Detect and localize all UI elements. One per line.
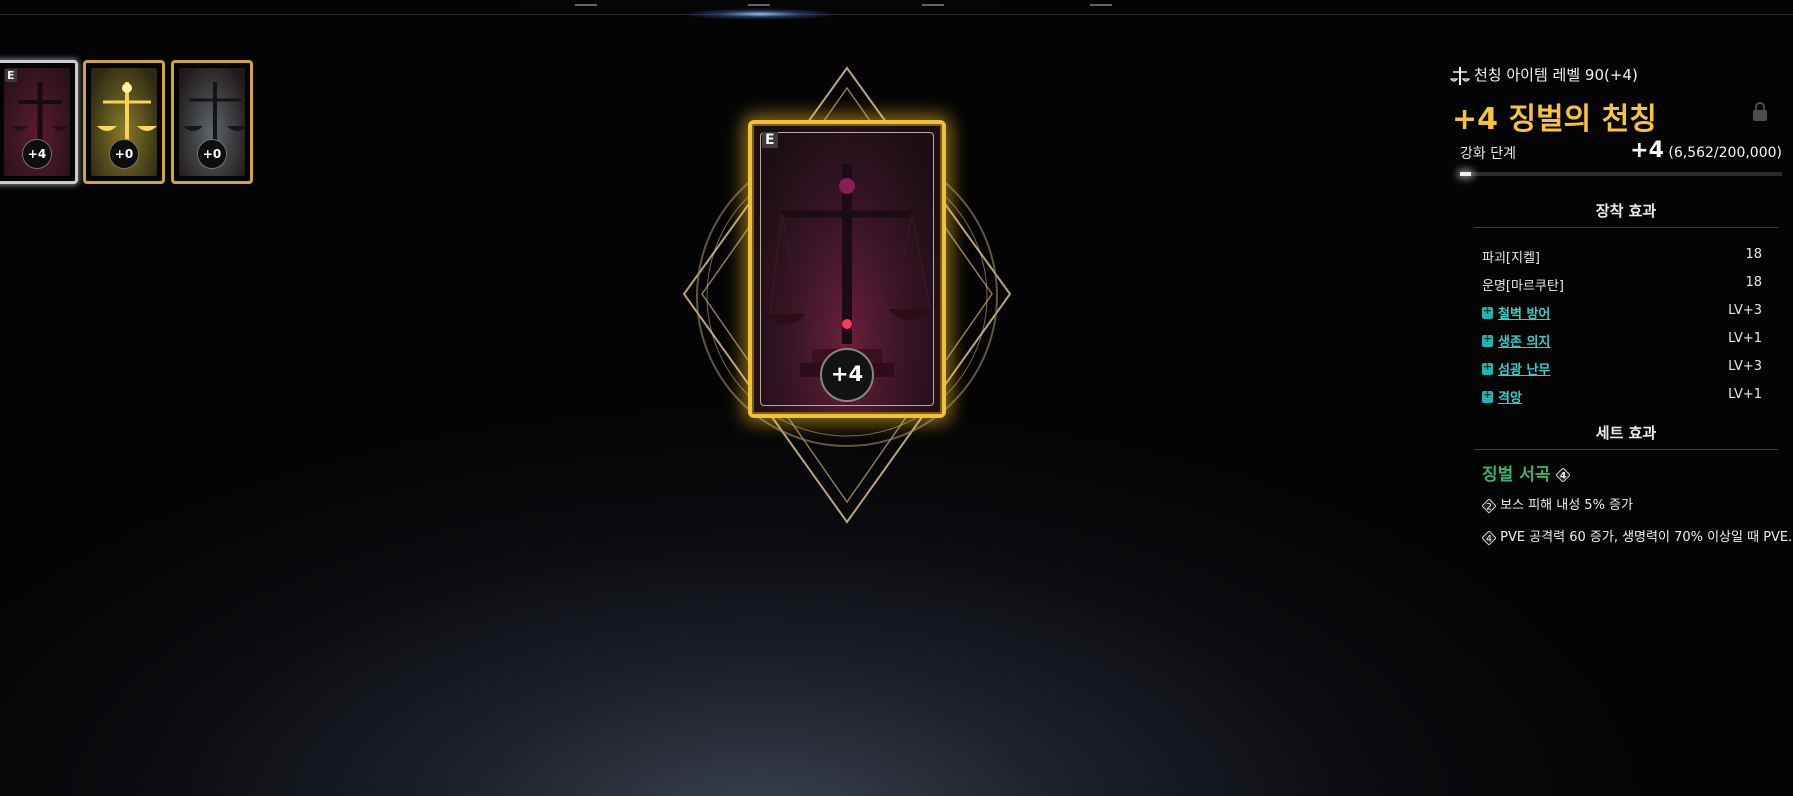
upgrade-progress: (6,562/200,000) [1668,145,1782,161]
section-divider [1474,227,1778,228]
equip-effects-title: 장착 효과 [1595,202,1657,220]
set-bonus-text: PVE 공격력 60 증가, 생명력이 70% 이상일 때 PVE... [1500,530,1793,545]
selected-card[interactable]: E +4 [748,120,946,418]
item-name: +4 징벌의 천칭 [1452,102,1657,137]
card-enhance-level: +0 [197,139,227,169]
top-nav-tab[interactable] [922,0,944,6]
engraving-row[interactable]: 생존 의지 LV+1 [1482,331,1762,351]
engraving-level: LV+3 [1728,303,1762,318]
upgrade-level: +4 [1630,138,1664,163]
stat-value: 18 [1745,247,1762,262]
engraving-name[interactable]: 섬광 난무 [1498,359,1550,378]
engraving-name[interactable]: 격앙 [1498,387,1522,406]
card-enhance-level: +4 [820,348,874,402]
top-nav-active-indicator [680,8,840,20]
engraving-level: LV+1 [1728,331,1762,346]
top-nav-tab[interactable] [748,0,770,6]
card-slot[interactable]: E +4 [0,60,78,184]
set-name: 징벌 서곡 [1482,465,1551,485]
set-bonus-text: 보스 피해 내성 5% 증가 [1500,498,1633,513]
card-slot[interactable]: +0 [83,60,165,184]
set-bonus-count: 4 [1486,534,1492,544]
engraving-name[interactable]: 철벽 방어 [1498,303,1550,322]
card-enhance-level: +4 [22,139,52,169]
upgrade-stage-value: +4 (6,562/200,000) [1630,138,1782,163]
engraving-row[interactable]: 철벽 방어 LV+3 [1482,303,1762,323]
stat-row: 운명[마르쿠탄] 18 [1482,275,1762,294]
upgrade-stage-label: 강화 단계 [1460,146,1516,162]
engraving-level: LV+1 [1728,387,1762,402]
engraving-icon [1482,304,1493,319]
scales-icon [1450,66,1470,85]
diamond-count-icon: 2 [1482,498,1496,513]
stat-row: 파괴[지켈] 18 [1482,247,1762,266]
engraving-icon [1482,388,1493,403]
upgrade-progress-bar [1460,172,1782,176]
engraving-row[interactable]: 섬광 난무 LV+3 [1482,359,1762,379]
engraving-name[interactable]: 생존 의지 [1498,331,1550,350]
set-count: 4 [1560,472,1566,482]
lock-icon[interactable] [1752,102,1768,122]
top-nav-tab[interactable] [1090,0,1112,6]
engraving-icon [1482,360,1493,375]
engraving-level: LV+3 [1728,359,1762,374]
item-level-line: 천칭 아이템 레벨 90(+4) [1450,64,1638,87]
card-enhance-level: +0 [109,139,139,169]
engraving-row[interactable]: 격앙 LV+1 [1482,387,1762,407]
section-divider [1474,449,1778,450]
top-nav-tab[interactable] [575,0,597,6]
top-nav-divider [0,14,1793,15]
card-grade-tag: E [5,69,17,82]
set-bonus-line: 2 보스 피해 내성 5% 증가 [1482,494,1633,513]
upgrade-progress-fill [1460,172,1471,176]
stat-name: 운명[마르쿠탄] [1482,279,1564,294]
stat-value: 18 [1745,275,1762,290]
set-bonus-count: 2 [1486,502,1492,512]
stat-name: 파괴[지켈] [1482,251,1540,266]
diamond-count-icon: 4 [1482,530,1496,545]
set-name-row: 징벌 서곡 4 [1482,460,1571,485]
card-slot[interactable]: +0 [171,60,253,184]
diamond-count-icon: 4 [1556,468,1571,482]
card-grade-tag: E [762,132,778,148]
engraving-icon [1482,332,1493,347]
item-level-text: 천칭 아이템 레벨 90(+4) [1474,66,1638,84]
set-bonus-line: 4 PVE 공격력 60 증가, 생명력이 70% 이상일 때 PVE... [1482,526,1793,545]
set-effects-title: 세트 효과 [1595,424,1657,442]
